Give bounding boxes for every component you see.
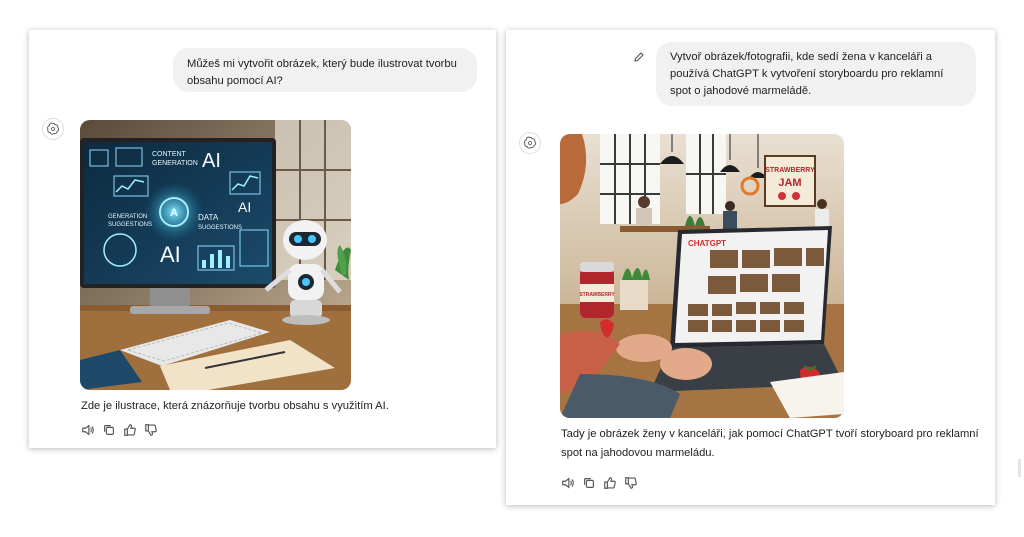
chat-panel-left: Můžeš mi vytvořit obrázek, který bude il… bbox=[29, 30, 496, 448]
assistant-reply: Tady je obrázek ženy v kanceláři, jak po… bbox=[561, 428, 979, 459]
svg-text:A: A bbox=[170, 207, 178, 219]
generated-image-office-storyboard[interactable]: STRAWBERRY JAM CHATGPT STRAWBERRY bbox=[560, 134, 844, 418]
chatgpt-logo-icon bbox=[42, 118, 64, 140]
read-aloud-icon[interactable] bbox=[81, 423, 95, 437]
user-message: Vytvoř obrázek/fotografii, kde sedí žena… bbox=[656, 42, 976, 106]
message-actions bbox=[561, 476, 638, 490]
chat-panel-right: Vytvoř obrázek/fotografii, kde sedí žena… bbox=[506, 30, 995, 505]
svg-text:SUGGESTIONS: SUGGESTIONS bbox=[198, 225, 242, 231]
read-aloud-icon[interactable] bbox=[561, 476, 575, 490]
svg-text:AI: AI bbox=[160, 242, 181, 267]
message-actions bbox=[81, 423, 158, 437]
svg-text:DATA: DATA bbox=[198, 213, 219, 222]
svg-text:STRAWBERRY: STRAWBERRY bbox=[579, 292, 615, 298]
assistant-reply: Zde je ilustrace, která znázorňuje tvorb… bbox=[81, 400, 389, 412]
thumbs-down-icon[interactable] bbox=[144, 423, 158, 437]
svg-text:SUGGESTIONS: SUGGESTIONS bbox=[108, 222, 152, 228]
edit-pencil-icon[interactable] bbox=[633, 51, 645, 63]
svg-text:JAM: JAM bbox=[778, 177, 801, 189]
chatgpt-logo-icon bbox=[519, 132, 541, 154]
thumbs-up-icon[interactable] bbox=[603, 476, 617, 490]
thumbs-down-icon[interactable] bbox=[624, 476, 638, 490]
svg-text:CHATGPT: CHATGPT bbox=[688, 239, 726, 248]
thumbs-up-icon[interactable] bbox=[123, 423, 137, 437]
user-message: Můžeš mi vytvořit obrázek, který bude il… bbox=[173, 48, 477, 92]
svg-text:STRAWBERRY: STRAWBERRY bbox=[765, 167, 815, 174]
svg-text:GENERATION: GENERATION bbox=[152, 160, 198, 167]
generated-image-ai-content-creation[interactable]: A CONTENT GENERATION AI DATA SUGGESTIONS… bbox=[80, 120, 351, 390]
svg-text:AI: AI bbox=[202, 150, 221, 172]
edge-mark bbox=[1018, 459, 1021, 477]
svg-text:CONTENT: CONTENT bbox=[152, 151, 187, 158]
copy-icon[interactable] bbox=[582, 476, 596, 490]
copy-icon[interactable] bbox=[102, 423, 116, 437]
svg-text:AI: AI bbox=[238, 199, 251, 215]
svg-text:GENERATION: GENERATION bbox=[108, 214, 147, 220]
